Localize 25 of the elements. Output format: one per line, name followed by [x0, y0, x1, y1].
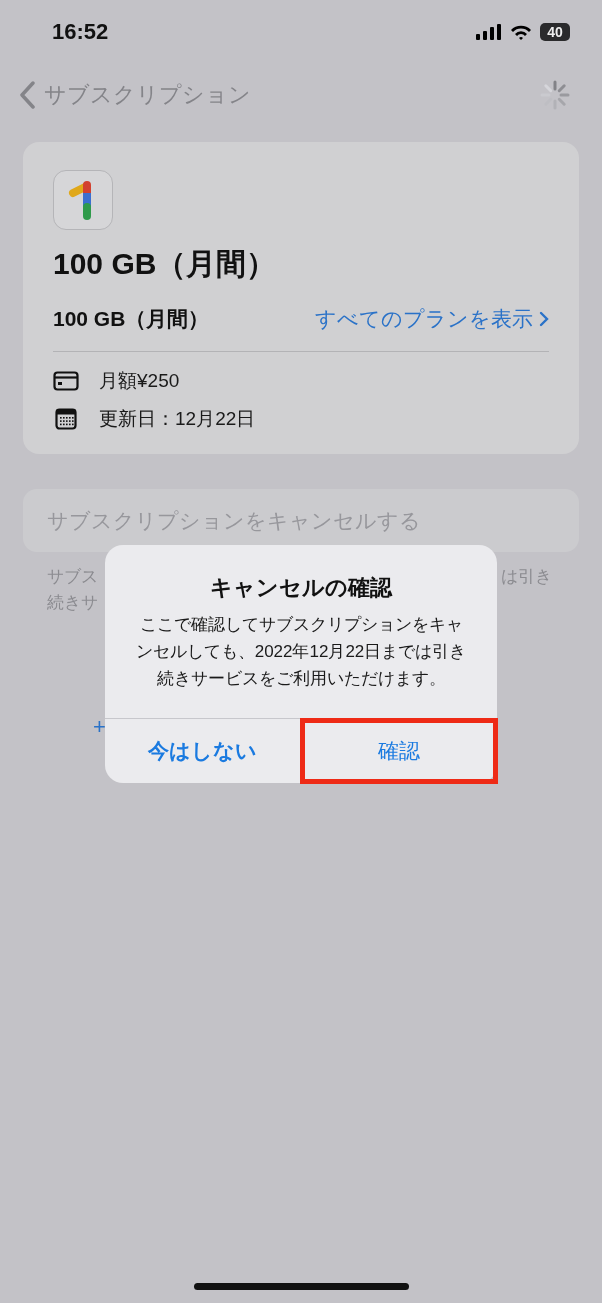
- detail-text: 更新日：12月22日: [99, 407, 256, 431]
- plan-name: 100 GB（月間）: [53, 306, 210, 332]
- signal-icon: [476, 24, 502, 40]
- clock-time: 16:52: [52, 19, 109, 45]
- view-all-plans-link[interactable]: すべてのプランを表示: [315, 305, 549, 333]
- chevron-right-icon: [539, 311, 549, 327]
- back-button[interactable]: サブスクリプション: [18, 80, 251, 110]
- dialog-title: キャンセルの確認: [209, 574, 394, 602]
- dialog-action-button[interactable]: 確認: [300, 719, 497, 783]
- back-chevron-icon: [18, 81, 36, 109]
- caption-text: は引き: [501, 566, 552, 588]
- caption-text: サブス: [47, 566, 98, 588]
- dialog-message: ここで確認してサブスクリプションをキャンセルしても、2022年12月22日までは引き続きサービスをご利用いただけます。: [134, 614, 468, 690]
- app-logo-icon: [53, 170, 113, 230]
- dialog-action-button[interactable]: 今はしない: [105, 719, 301, 783]
- calendar-icon: [53, 408, 79, 430]
- home-indicator[interactable]: [194, 1283, 409, 1290]
- link-text[interactable]: +: [93, 714, 106, 740]
- loading-spinner-icon: [540, 80, 570, 110]
- battery-level: 40: [540, 23, 570, 41]
- caption-text: 続きサ: [47, 592, 98, 614]
- credit-card-icon: [53, 371, 79, 391]
- detail-text: 月額¥250: [99, 369, 180, 393]
- plan-title: 100 GB（月間）: [53, 246, 278, 282]
- wifi-icon: [510, 24, 532, 40]
